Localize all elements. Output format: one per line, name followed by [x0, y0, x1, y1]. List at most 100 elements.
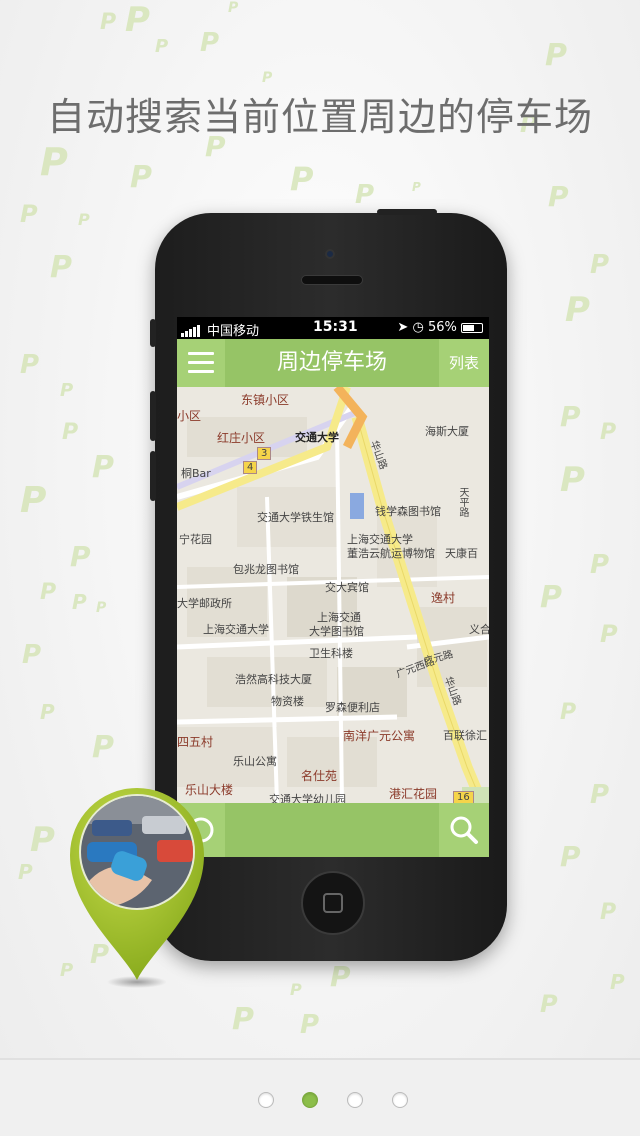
page-dot-4[interactable]	[392, 1092, 408, 1108]
background-p-letter: P	[590, 250, 610, 280]
page-headline: 自动搜索当前位置周边的停车场	[46, 95, 593, 139]
search-icon	[450, 816, 478, 844]
front-camera	[325, 249, 335, 259]
background-p-letter: P	[125, 0, 150, 40]
map-label: 四五村	[177, 735, 214, 749]
earpiece-speaker	[301, 275, 363, 285]
background-p-letter: P	[92, 730, 114, 765]
map-label: 百联徐汇	[443, 729, 487, 742]
map-label: 卫生科楼	[309, 647, 353, 660]
battery-icon	[461, 322, 483, 333]
map-label: 红庄小区	[217, 431, 266, 445]
background-p-letter: P	[548, 180, 569, 213]
map-label: 交大宾馆	[325, 581, 369, 594]
background-p-letter: P	[20, 200, 38, 228]
map-label: 小区	[177, 409, 202, 423]
map-label: 天康百	[445, 547, 478, 560]
background-p-letter: P	[560, 700, 577, 725]
background-p-letter: P	[355, 180, 375, 210]
page-dot-2[interactable]	[302, 1092, 318, 1108]
bottom-toolbar	[177, 803, 489, 857]
carrier-name: 中国移动	[207, 324, 260, 339]
background-p-letter: P	[560, 460, 585, 500]
map-label: 乐山公寓	[233, 755, 277, 768]
background-p-letter: P	[590, 780, 610, 810]
background-p-letter: P	[22, 640, 42, 670]
background-p-letter: P	[72, 590, 87, 614]
map-label: 逸村	[431, 591, 456, 605]
background-p-letter: P	[20, 350, 40, 380]
background-p-letter: P	[155, 36, 169, 57]
mute-switch	[150, 319, 156, 347]
background-p-letter: P	[40, 700, 55, 724]
background-p-letter: P	[545, 38, 567, 73]
background-p-letter: P	[610, 970, 625, 994]
volume-down-button	[150, 451, 156, 501]
map-label: 大学邮政所	[177, 597, 232, 610]
clock: 15:31	[313, 319, 358, 335]
map-view[interactable]: 东镇小区 小区 红庄小区 交通大学 海斯大厦 华山路 桐Bar 天平路 钱学森图…	[177, 387, 489, 803]
background-p-letter: P	[96, 600, 107, 616]
footer-divider	[0, 1058, 640, 1060]
background-p-letter: P	[290, 160, 314, 198]
map-label: 桐Bar	[181, 467, 211, 480]
menu-button[interactable]	[177, 339, 225, 387]
search-button[interactable]	[439, 803, 489, 857]
background-p-letter: P	[540, 580, 562, 615]
background-p-letter: P	[290, 980, 302, 999]
map-label: 包兆龙图书馆	[233, 563, 299, 576]
alarm-icon: ◷	[412, 320, 424, 335]
map-label: 东镇小区	[241, 393, 290, 407]
page-dot-3[interactable]	[347, 1092, 363, 1108]
background-p-letter: P	[565, 290, 590, 330]
background-p-letter: P	[30, 820, 55, 860]
map-label: 大学图书馆	[309, 625, 364, 638]
map-label: 浩然高科技大厦	[235, 673, 312, 686]
background-p-letter: P	[70, 540, 91, 573]
home-button	[301, 871, 365, 935]
background-p-letter: P	[600, 620, 618, 648]
background-p-letter: P	[412, 180, 421, 194]
background-p-letter: P	[40, 580, 57, 605]
status-bar: 中国移动 15:31 ➤ ◷ 56%	[177, 317, 489, 339]
route-badge: 16	[453, 791, 474, 803]
background-p-letter: P	[60, 380, 74, 401]
location-pin-photo	[62, 780, 212, 990]
phone-screen: 中国移动 15:31 ➤ ◷ 56% 周边停车场 列表 东镇小区 小区 红庄小区…	[177, 317, 489, 857]
background-p-letter: P	[18, 860, 33, 884]
background-p-letter: P	[600, 420, 617, 445]
background-p-letter: P	[62, 420, 79, 445]
background-p-letter: P	[100, 10, 117, 35]
background-p-letter: P	[330, 960, 351, 993]
map-label: 南洋广元公寓	[343, 729, 416, 743]
hamburger-icon	[188, 352, 214, 355]
route-badge: 4	[243, 461, 258, 474]
map-label: 交通大学	[295, 431, 339, 444]
background-p-letter: P	[232, 1002, 254, 1037]
map-label: 义合	[469, 623, 489, 636]
background-p-letter: P	[130, 160, 152, 195]
map-label: 天平路	[457, 487, 468, 517]
background-p-letter: P	[92, 450, 114, 485]
power-button	[377, 209, 437, 215]
background-p-letter: P	[560, 400, 581, 433]
map-label: 港汇花园	[389, 787, 438, 801]
background-p-letter: P	[560, 840, 581, 873]
list-view-button[interactable]: 列表	[439, 339, 489, 387]
map-label: 物资楼	[271, 695, 304, 708]
background-p-letter: P	[262, 70, 273, 86]
background-p-letter: P	[228, 0, 239, 16]
nav-bar: 周边停车场 列表	[177, 339, 489, 387]
map-label: 钱学森图书馆	[375, 505, 441, 518]
map-label: 交通大学幼儿园	[269, 793, 346, 803]
map-label: 罗森便利店	[325, 701, 380, 714]
map-label: 宁花园	[179, 533, 212, 546]
background-p-letter: P	[300, 1010, 320, 1040]
background-p-letter: P	[78, 210, 90, 229]
map-label: 交通大学铁生馆	[257, 511, 334, 524]
nav-title: 周边停车场	[276, 350, 387, 375]
map-label: 名仕苑	[301, 769, 338, 783]
background-p-letter: P	[200, 28, 220, 58]
page-dot-1[interactable]	[258, 1092, 274, 1108]
volume-up-button	[150, 391, 156, 441]
